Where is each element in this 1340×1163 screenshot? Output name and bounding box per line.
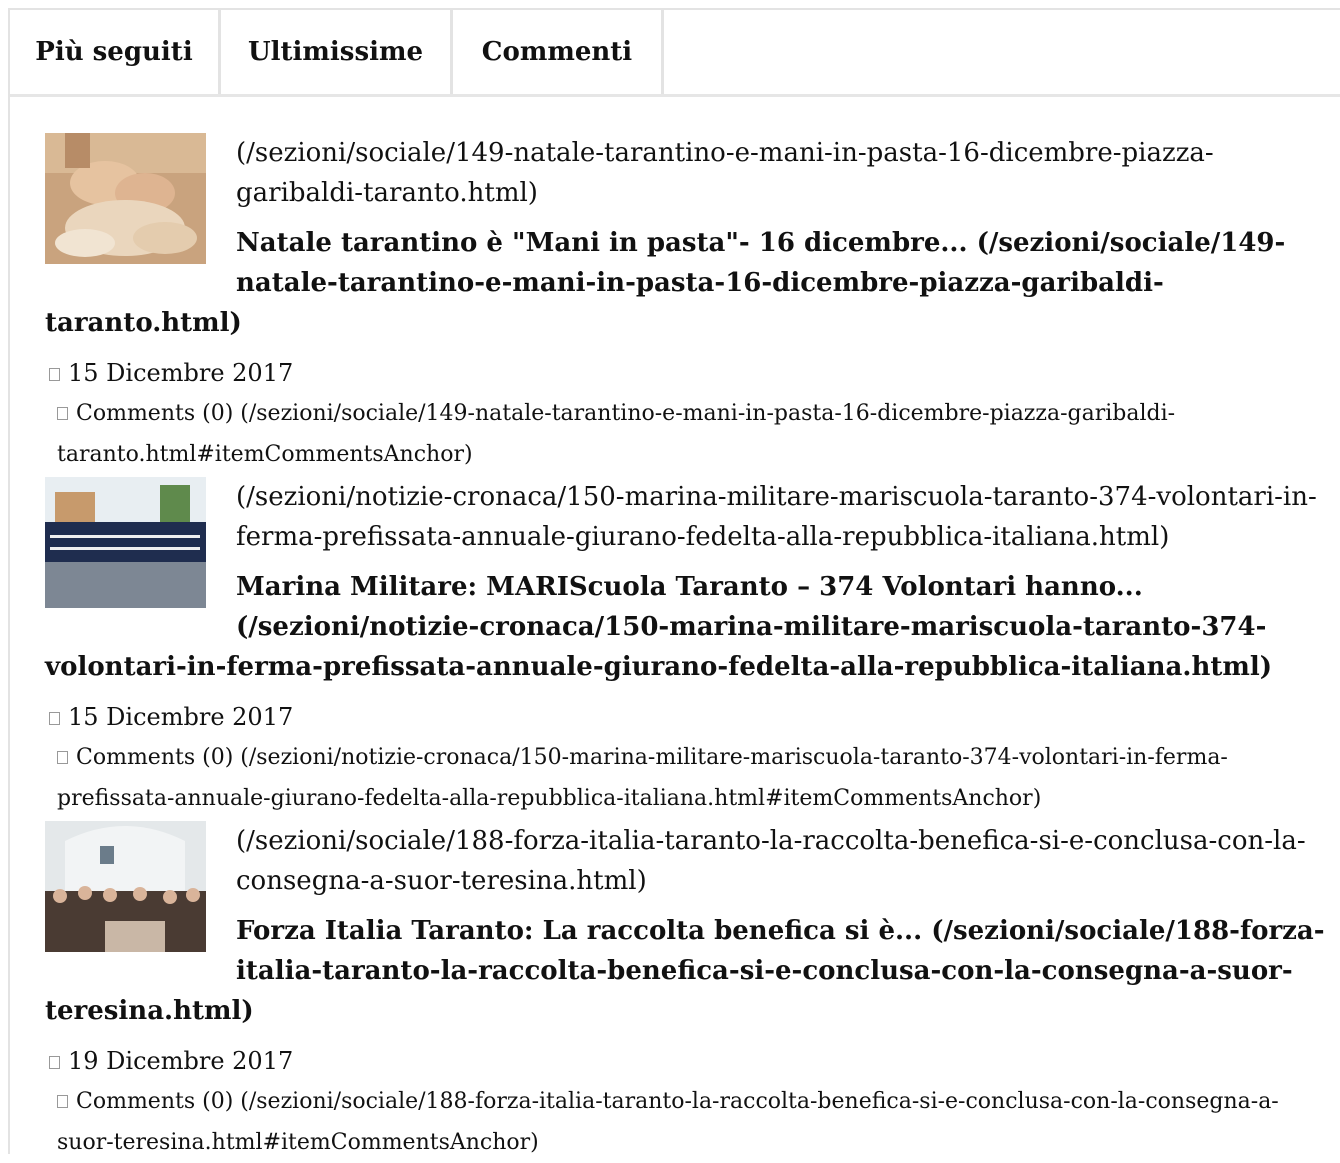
- article-comments-link[interactable]: Comments (0) (/sezioni/notizie-cronaca/1…: [45, 737, 1335, 819]
- article-url-link[interactable]: (/sezioni/sociale/188-forza-italia-taran…: [45, 821, 1335, 901]
- tab-commenti[interactable]: Commenti: [453, 10, 664, 94]
- article-date-text: 19 Dicembre 2017: [68, 1047, 294, 1075]
- article-date: 15 Dicembre 2017: [45, 353, 1335, 393]
- article-comments-link[interactable]: Comments (0) (/sezioni/sociale/188-forza…: [45, 1081, 1335, 1163]
- article-date: 19 Dicembre 2017: [45, 1041, 1335, 1081]
- thumbnail-image: [45, 477, 206, 608]
- article-comments-text: Comments (0) (/sezioni/sociale/149-natal…: [57, 401, 1176, 467]
- tab-ultimissime[interactable]: Ultimissime: [221, 10, 453, 94]
- article-thumbnail[interactable]: [45, 133, 206, 264]
- article-thumbnail[interactable]: [45, 477, 206, 608]
- thumbnail-image: [45, 821, 206, 952]
- calendar-icon: [49, 712, 60, 725]
- comment-icon: [57, 1095, 68, 1108]
- article-list: (/sezioni/sociale/149-natale-tarantino-e…: [45, 133, 1335, 1163]
- tab-bar: Più seguiti Ultimissime Commenti: [10, 10, 1340, 97]
- article-thumbnail[interactable]: [45, 821, 206, 952]
- tab-piu-seguiti[interactable]: Più seguiti: [10, 10, 221, 94]
- thumbnail-image: [45, 133, 206, 264]
- article-url-link[interactable]: (/sezioni/sociale/149-natale-tarantino-e…: [45, 133, 1335, 213]
- comment-icon: [57, 407, 68, 420]
- article-date: 15 Dicembre 2017: [45, 697, 1335, 737]
- article-comments-text: Comments (0) (/sezioni/sociale/188-forza…: [57, 1089, 1279, 1155]
- article-item: (/sezioni/sociale/149-natale-tarantino-e…: [45, 133, 1335, 475]
- article-comments-link[interactable]: Comments (0) (/sezioni/sociale/149-natal…: [45, 393, 1335, 475]
- comment-icon: [57, 751, 68, 764]
- calendar-icon: [49, 1056, 60, 1069]
- article-title-link[interactable]: Natale tarantino è "Mani in pasta"- 16 d…: [45, 223, 1335, 343]
- article-title-link[interactable]: Forza Italia Taranto: La raccolta benefi…: [45, 911, 1335, 1031]
- article-item: (/sezioni/notizie-cronaca/150-marina-mil…: [45, 477, 1335, 819]
- calendar-icon: [49, 368, 60, 381]
- article-title-link[interactable]: Marina Militare: MARIScuola Taranto – 37…: [45, 567, 1335, 687]
- article-date-text: 15 Dicembre 2017: [68, 703, 294, 731]
- article-url-link[interactable]: (/sezioni/notizie-cronaca/150-marina-mil…: [45, 477, 1335, 557]
- article-comments-text: Comments (0) (/sezioni/notizie-cronaca/1…: [57, 745, 1228, 811]
- article-item: (/sezioni/sociale/188-forza-italia-taran…: [45, 821, 1335, 1163]
- article-date-text: 15 Dicembre 2017: [68, 359, 294, 387]
